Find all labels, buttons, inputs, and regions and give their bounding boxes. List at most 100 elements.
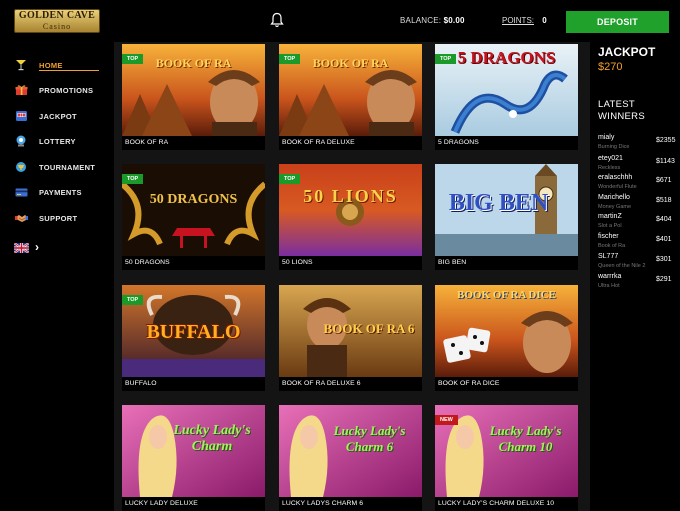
winner-name: mialy bbox=[598, 134, 615, 141]
game-thumbnail[interactable]: 50 LIONS TOP bbox=[279, 164, 422, 256]
winner-name: martinZ bbox=[598, 213, 622, 220]
sidebar-item-label: PROMOTIONS bbox=[39, 85, 94, 95]
sidebar-item-lottery[interactable]: LOTTERY bbox=[14, 133, 104, 149]
winner-row: etey021 Reckless $1143 bbox=[598, 155, 678, 175]
top-badge: TOP bbox=[122, 174, 144, 184]
winner-row: warrrka Ultra Hot $291 bbox=[598, 273, 678, 293]
winner-game: Wonderful Flute bbox=[598, 184, 637, 190]
game-label[interactable]: BIG BEN bbox=[435, 256, 578, 270]
winner-row: martinZ Slot a Pol $404 bbox=[598, 213, 678, 233]
winner-amount: $291 bbox=[656, 276, 672, 283]
deposit-button[interactable]: DEPOSIT bbox=[566, 11, 669, 33]
top-badge: TOP bbox=[122, 295, 144, 305]
trophy-icon bbox=[14, 161, 28, 173]
logo[interactable]: GOLDEN CAVE Casino bbox=[14, 9, 100, 33]
game-thumbnail[interactable]: 5 DRAGONS TOP bbox=[435, 44, 578, 136]
game-thumbnail[interactable]: 50 DRAGONS TOP bbox=[122, 164, 265, 256]
winner-amount: $1143 bbox=[656, 158, 675, 165]
cocktail-icon bbox=[14, 59, 28, 71]
sidebar: HOME PROMOTIONS JACKPOT LOTTERY TOURNAME… bbox=[0, 42, 114, 511]
game-thumbnail[interactable]: BOOK OF RA 6 bbox=[279, 285, 422, 377]
winner-amount: $404 bbox=[656, 216, 672, 223]
latest-winners-title: LATEST WINNERS bbox=[598, 99, 645, 122]
game-label[interactable]: BOOK OF RA DELUXE bbox=[279, 136, 422, 150]
game-label[interactable]: BOOK OF RA bbox=[122, 136, 265, 150]
game-label[interactable]: BOOK OF RA DICE bbox=[435, 377, 578, 391]
game-art-title: BUFFALO bbox=[146, 321, 241, 343]
game-art-title: Lucky Lady's Charm 6 bbox=[333, 423, 406, 454]
winner-game: Slot a Pol bbox=[598, 223, 622, 229]
sidebar-item-jackpot[interactable]: JACKPOT bbox=[14, 108, 104, 124]
winner-name: warrrka bbox=[598, 273, 622, 280]
handshake-icon bbox=[14, 212, 28, 224]
game-label[interactable]: LUCKY LADY DELUXE bbox=[122, 497, 265, 511]
winner-amount: $301 bbox=[656, 256, 672, 263]
top-badge: TOP bbox=[279, 54, 301, 64]
gift-icon bbox=[14, 84, 28, 96]
points[interactable]: POINTS: 0 bbox=[502, 16, 547, 25]
winner-row: fischer Book of Ra $401 bbox=[598, 233, 678, 253]
points-label[interactable]: POINTS: bbox=[502, 16, 534, 25]
winner-name: etey021 bbox=[598, 155, 623, 162]
game-label[interactable]: BOOK OF RA DELUXE 6 bbox=[279, 377, 422, 391]
winner-row: Marichello Money Game $518 bbox=[598, 194, 678, 214]
sidebar-item-payments[interactable]: PAYMENTS bbox=[14, 184, 104, 200]
game-thumbnail[interactable]: Lucky Lady's Charm 10 NEW bbox=[435, 405, 578, 497]
game-label[interactable]: LUCKY LADY'S CHARM DELUXE 10 bbox=[435, 497, 578, 511]
game-art-title: BOOK OF RA bbox=[155, 56, 232, 70]
jackpot-title: JACKPOT bbox=[598, 45, 656, 59]
game-thumbnail[interactable]: Lucky Lady's Charm bbox=[122, 405, 265, 497]
sidebar-item-support[interactable]: SUPPORT bbox=[14, 210, 104, 226]
top-badge: TOP bbox=[279, 174, 301, 184]
game-art-title: BIG BEN bbox=[448, 190, 549, 216]
game-art-title: 5 DRAGONS bbox=[457, 48, 556, 67]
game-thumbnail[interactable]: BOOK OF RA DICE bbox=[435, 285, 578, 377]
jackpot-value: $270 bbox=[598, 61, 623, 73]
sidebar-item-label: JACKPOT bbox=[39, 111, 77, 121]
game-art-title: Lucky Lady's Charm bbox=[173, 423, 251, 454]
winner-amount: $518 bbox=[656, 197, 672, 204]
game-label[interactable]: BUFFALO bbox=[122, 377, 265, 391]
game-art-title: BOOK OF RA bbox=[312, 56, 389, 70]
top-badge: TOP bbox=[122, 54, 144, 64]
winner-name: SL777 bbox=[598, 253, 619, 260]
sidebar-item-promotions[interactable]: PROMOTIONS bbox=[14, 82, 104, 98]
balance: BALANCE: $0.00 bbox=[400, 16, 465, 25]
top-badge: TOP bbox=[435, 54, 457, 64]
sidebar-item-label: HOME bbox=[39, 60, 63, 70]
winner-row: mialy Burning Dice $2355 bbox=[598, 134, 678, 154]
sidebar-item-tournament[interactable]: TOURNAMENT bbox=[14, 159, 104, 175]
game-thumbnail[interactable]: BOOK OF RA TOP bbox=[122, 44, 265, 136]
winner-game: Book of Ra bbox=[598, 243, 626, 249]
game-thumbnail[interactable]: Lucky Lady's Charm 6 bbox=[279, 405, 422, 497]
game-thumbnail[interactable]: BOOK OF RA TOP bbox=[279, 44, 422, 136]
game-label[interactable]: LUCKY LADYS CHARM 6 bbox=[279, 497, 422, 511]
game-art-title: BOOK OF RA 6 bbox=[323, 321, 415, 336]
game-label[interactable]: 50 DRAGONS bbox=[122, 256, 265, 270]
winner-amount: $671 bbox=[656, 177, 672, 184]
points-value: 0 bbox=[542, 16, 547, 25]
game-art-title: 50 DRAGONS bbox=[149, 192, 238, 207]
winner-name: fischer bbox=[598, 233, 619, 240]
lottery-ball-icon bbox=[14, 135, 28, 147]
winner-amount: $2355 bbox=[656, 137, 676, 144]
bell-icon[interactable] bbox=[270, 12, 284, 28]
winner-game: Queen of the Nile 2 bbox=[598, 263, 646, 269]
logo-subtitle: Casino bbox=[42, 22, 72, 31]
sidebar-item-label: PAYMENTS bbox=[39, 187, 82, 197]
game-art-title: Lucky Lady's Charm 10 bbox=[489, 423, 562, 454]
game-label[interactable]: 50 LIONS bbox=[279, 256, 422, 270]
winner-game: Money Game bbox=[598, 204, 632, 210]
chevron-right-icon[interactable]: › bbox=[35, 240, 39, 254]
sidebar-item-label: TOURNAMENT bbox=[39, 162, 96, 172]
active-underline bbox=[39, 70, 99, 71]
sidebar-item-label: SUPPORT bbox=[39, 213, 78, 223]
game-thumbnail[interactable]: BUFFALO TOP bbox=[122, 285, 265, 377]
game-art-title: 50 LIONS bbox=[303, 186, 398, 206]
sidebar-item-label: LOTTERY bbox=[39, 136, 76, 146]
winner-game: Ultra Hot bbox=[598, 283, 620, 289]
game-thumbnail[interactable]: BIG BEN bbox=[435, 164, 578, 256]
game-label[interactable]: 5 DRAGONS bbox=[435, 136, 578, 150]
balance-label: BALANCE: bbox=[400, 16, 442, 25]
uk-flag-icon[interactable] bbox=[14, 243, 29, 253]
